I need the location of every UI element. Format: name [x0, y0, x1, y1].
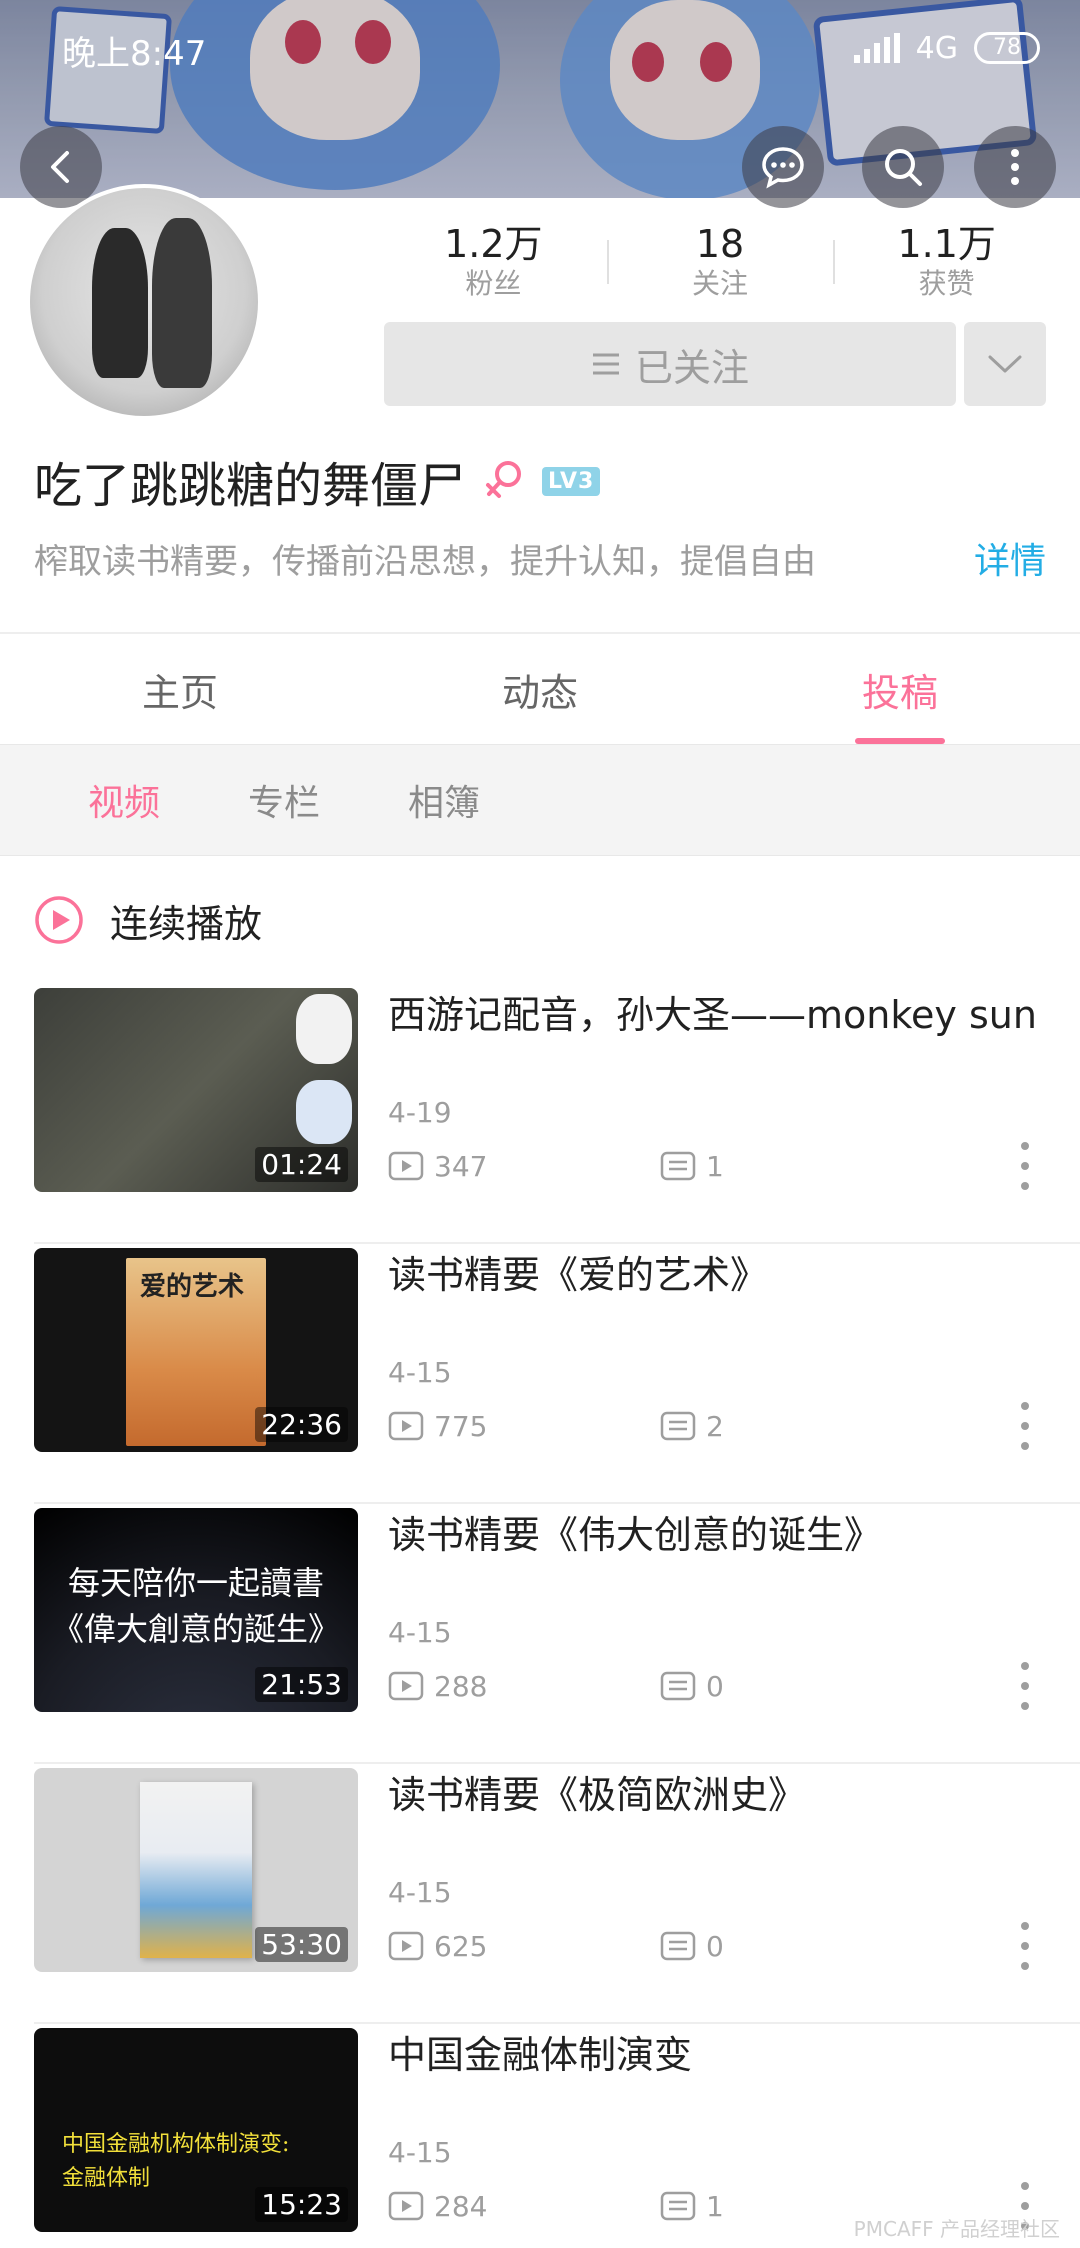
comment-count: 1 [706, 1149, 724, 1183]
stat-following[interactable]: 18 关注 [606, 222, 834, 302]
stat-likes[interactable]: 1.1万 获赞 [833, 222, 1060, 302]
video-date: 4-15 [388, 2136, 452, 2169]
video-item[interactable]: 01:24 西游记配音，孙大圣——monkey sun 4-19 347 1 [0, 984, 1080, 1244]
main-tabs: 主页 动态 投稿 [0, 634, 1080, 744]
video-item[interactable]: 每天陪你一起讀書 《偉大創意的誕生》 21:53 读书精要《伟大创意的诞生》 4… [0, 1504, 1080, 1764]
play-count-icon [388, 1931, 424, 1961]
video-date: 4-15 [388, 1876, 452, 1909]
video-duration: 21:53 [255, 1667, 348, 1702]
video-title[interactable]: 读书精要《伟大创意的诞生》 [388, 1510, 1048, 1560]
profile-stats: 1.2万 粉丝 18 关注 1.1万 获赞 [380, 222, 1060, 302]
video-thumbnail[interactable]: 爱的艺术 22:36 [34, 1248, 358, 1452]
view-count: 288 [434, 1669, 488, 1703]
comment-count: 2 [706, 1409, 724, 1443]
comment-count: 0 [706, 1929, 724, 1963]
signal-icon [853, 33, 900, 63]
video-date: 4-15 [388, 1616, 452, 1649]
video-thumbnail[interactable]: 每天陪你一起讀書 《偉大創意的誕生》 21:53 [34, 1508, 358, 1712]
video-date: 4-15 [388, 1356, 452, 1389]
back-button[interactable] [20, 126, 102, 208]
level-badge: LV3 [542, 466, 601, 496]
comment-count-icon [660, 2191, 696, 2221]
view-count: 625 [434, 1929, 488, 1963]
tab-dynamics[interactable]: 动态 [360, 634, 720, 744]
comment-count: 0 [706, 1669, 724, 1703]
subtab-videos[interactable]: 视频 [88, 774, 160, 826]
battery-icon: 78 [974, 32, 1040, 64]
stat-fans[interactable]: 1.2万 粉丝 [380, 222, 607, 302]
autoplay-label: 连续播放 [110, 901, 263, 946]
name-row: 吃了跳跳糖的舞僵尸 LV3 [34, 448, 601, 514]
watermark: PMCAFF 产品经理社区 [853, 2217, 1060, 2241]
video-title[interactable]: 读书精要《极简欧洲史》 [388, 1770, 1048, 1820]
play-count-icon [388, 1671, 424, 1701]
thumbnail-text: 中国金融机构体制演变: 金融体制 [62, 2132, 290, 2191]
message-button[interactable] [742, 126, 824, 208]
bio-text: 榨取读书精要，传播前沿思想，提升认知，提倡自由 [34, 542, 816, 582]
more-vertical-icon [1011, 149, 1019, 185]
more-vertical-icon[interactable] [1010, 1662, 1040, 1710]
followed-button[interactable]: 已关注 [384, 322, 956, 406]
status-time: 晚上8:47 [62, 34, 207, 74]
video-duration: 15:23 [255, 2187, 348, 2222]
view-count: 347 [434, 1149, 488, 1183]
stat-value: 1.1万 [897, 222, 996, 266]
stat-label: 粉丝 [465, 267, 522, 300]
video-thumbnail[interactable]: 53:30 [34, 1768, 358, 1972]
more-vertical-icon[interactable] [1010, 1922, 1040, 1970]
search-icon [885, 149, 922, 186]
subtab-albums[interactable]: 相簿 [408, 774, 480, 826]
stat-value: 1.2万 [444, 222, 543, 266]
female-gender-icon [486, 461, 522, 498]
video-list: 01:24 西游记配音，孙大圣——monkey sun 4-19 347 1 爱… [0, 984, 1080, 2248]
sub-tabs: 视频 专栏 相簿 [0, 744, 1080, 856]
stat-label: 关注 [692, 267, 749, 300]
play-circle-icon [35, 896, 83, 944]
avatar[interactable] [26, 184, 262, 420]
autoplay-button[interactable]: 连续播放 [34, 890, 262, 950]
stat-value: 18 [695, 222, 745, 266]
video-title[interactable]: 中国金融体制演变 [388, 2030, 1048, 2080]
comment-count-icon [660, 1931, 696, 1961]
play-count-icon [388, 1411, 424, 1441]
more-vertical-icon[interactable] [1010, 1142, 1040, 1190]
thumbnail-text: 每天陪你一起讀書 《偉大創意的誕生》 [51, 1564, 340, 1648]
view-count: 284 [434, 2189, 488, 2223]
subtab-articles[interactable]: 专栏 [248, 774, 320, 826]
video-item[interactable]: 爱的艺术 22:36 读书精要《爱的艺术》 4-15 775 2 [0, 1244, 1080, 1504]
video-thumbnail[interactable]: 01:24 [34, 988, 358, 1192]
menu-lines-icon [592, 353, 619, 375]
more-button[interactable] [974, 126, 1056, 208]
network-type: 4G [915, 30, 958, 66]
comment-count-icon [660, 1151, 696, 1181]
chevron-down-icon [988, 355, 1022, 373]
view-count: 775 [434, 1409, 488, 1443]
follow-label: 已关注 [634, 345, 749, 390]
chat-bubble-icon [762, 147, 804, 189]
details-link[interactable]: 详情 [974, 532, 1046, 584]
comment-count: 1 [706, 2189, 724, 2223]
status-bar: 晚上8:47 4G 78 [0, 0, 1080, 90]
video-title[interactable]: 读书精要《爱的艺术》 [388, 1250, 1048, 1300]
video-item[interactable]: 53:30 读书精要《极简欧洲史》 4-15 625 0 [0, 1764, 1080, 2024]
video-title[interactable]: 西游记配音，孙大圣——monkey sun [388, 990, 1048, 1040]
username: 吃了跳跳糖的舞僵尸 [34, 458, 467, 514]
video-duration: 53:30 [255, 1927, 348, 1962]
thumbnail-text: 爱的艺术 [140, 1272, 245, 1302]
play-count-icon [388, 2191, 424, 2221]
comment-count-icon [660, 1671, 696, 1701]
search-button[interactable] [862, 126, 944, 208]
video-date: 4-19 [388, 1096, 452, 1129]
video-duration: 22:36 [255, 1407, 348, 1442]
video-duration: 01:24 [255, 1147, 348, 1182]
chevron-left-icon [51, 151, 69, 183]
video-thumbnail[interactable]: 中国金融机构体制演变: 金融体制 15:23 [34, 2028, 358, 2232]
more-vertical-icon[interactable] [1010, 1402, 1040, 1450]
tab-home[interactable]: 主页 [0, 634, 360, 744]
comment-count-icon [660, 1411, 696, 1441]
tab-submissions[interactable]: 投稿 [720, 634, 1080, 744]
play-count-icon [388, 1151, 424, 1181]
stat-label: 获赞 [918, 267, 975, 300]
follow-dropdown-button[interactable] [964, 322, 1046, 406]
